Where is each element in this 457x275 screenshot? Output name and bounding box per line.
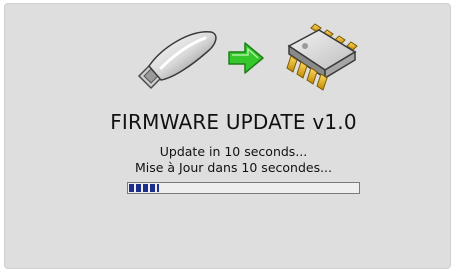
update-message-english: Update in 10 seconds... [159, 144, 308, 159]
firmware-update-screen: FIRMWARE UPDATE v1.0 Update in 10 second… [4, 3, 451, 269]
update-progress-fill [129, 184, 159, 192]
update-message-french: Mise à Jour dans 10 secondes... [134, 160, 333, 175]
update-title: FIRMWARE UPDATE v1.0 [110, 110, 357, 134]
update-icons [133, 20, 363, 92]
arrow-right-icon [227, 40, 265, 76]
update-progress-bar [127, 182, 360, 194]
microchip-icon [281, 20, 363, 92]
usb-drive-icon [133, 26, 219, 90]
